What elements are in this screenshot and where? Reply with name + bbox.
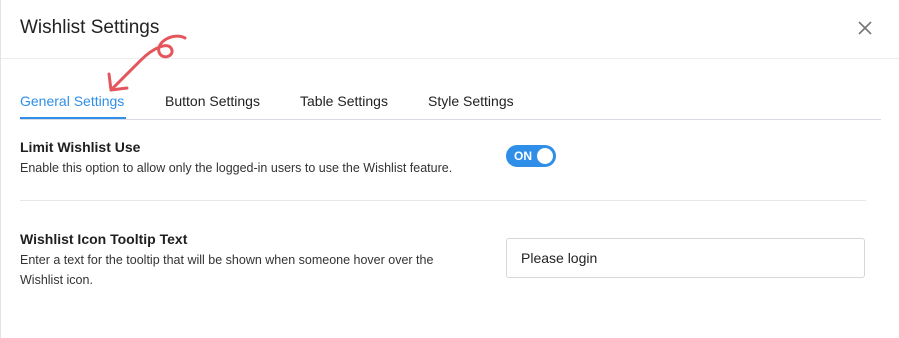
- wishlist-settings-modal: Wishlist Settings General Settings Butto…: [0, 0, 899, 338]
- limit-wishlist-use-toggle[interactable]: ON: [506, 145, 556, 167]
- toggle-knob: [537, 148, 553, 164]
- close-icon: [858, 21, 872, 35]
- settings-tabs: General Settings Button Settings Table S…: [20, 83, 881, 120]
- tab-table-settings[interactable]: Table Settings: [300, 93, 388, 109]
- active-tab-indicator: [20, 117, 126, 119]
- tooltip-text-title: Wishlist Icon Tooltip Text: [20, 231, 188, 247]
- tab-style-settings[interactable]: Style Settings: [428, 93, 514, 109]
- tooltip-text-description-line2: Wishlist icon.: [20, 273, 93, 287]
- toggle-label: ON: [514, 149, 532, 163]
- tooltip-text-description-line1: Enter a text for the tooltip that will b…: [20, 253, 434, 267]
- close-button[interactable]: [856, 19, 874, 37]
- section-divider: [20, 200, 866, 201]
- limit-wishlist-use-description: Enable this option to allow only the log…: [20, 161, 453, 175]
- tab-general-settings[interactable]: General Settings: [20, 93, 124, 109]
- tooltip-text-input[interactable]: [506, 238, 865, 278]
- tab-button-settings[interactable]: Button Settings: [165, 93, 260, 109]
- limit-wishlist-use-title: Limit Wishlist Use: [20, 139, 141, 155]
